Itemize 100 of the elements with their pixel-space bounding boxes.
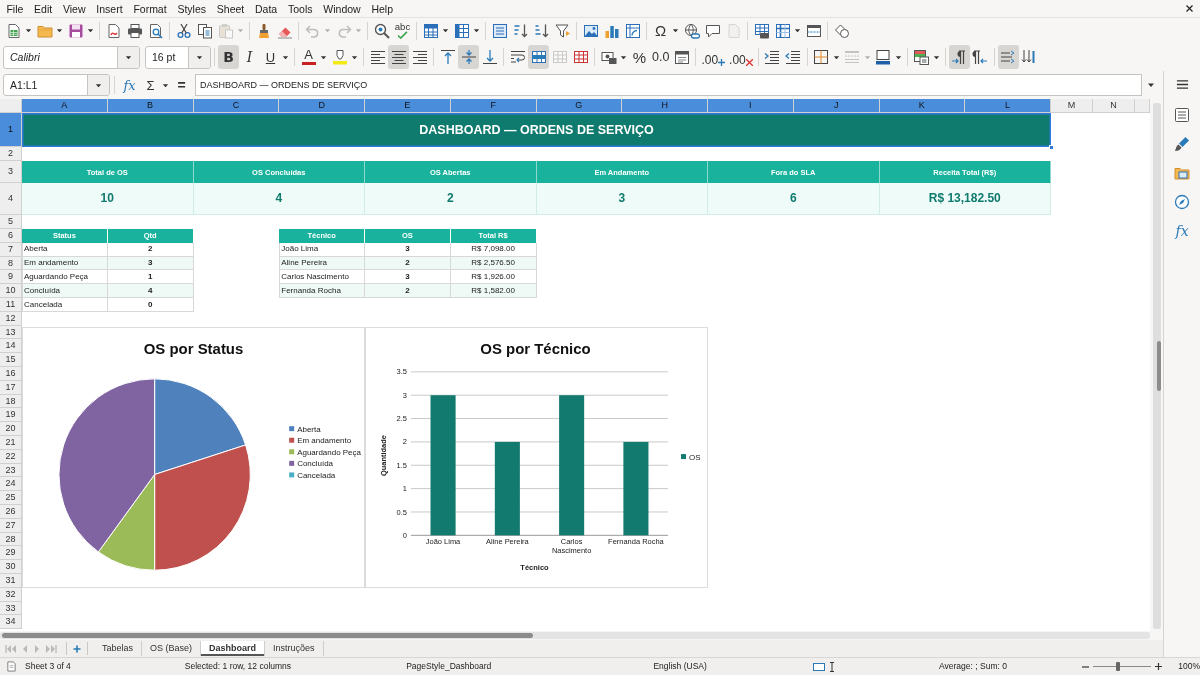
caret-icon[interactable] bbox=[442, 27, 449, 34]
special-character-button[interactable]: Ω bbox=[650, 19, 671, 42]
caret-icon[interactable] bbox=[124, 53, 132, 61]
row-header[interactable]: 4 bbox=[0, 183, 22, 215]
caret-icon[interactable] bbox=[620, 53, 627, 61]
caret-icon[interactable] bbox=[672, 27, 679, 34]
merge-center-button[interactable] bbox=[528, 45, 549, 69]
caret-icon[interactable] bbox=[932, 53, 940, 61]
menu-item[interactable]: Insert bbox=[90, 1, 128, 16]
add-decimal-button[interactable]: .00 bbox=[699, 45, 728, 69]
sheet-tab[interactable]: Tabelas bbox=[94, 641, 143, 656]
column-header[interactable]: G bbox=[536, 99, 623, 113]
fill-handle[interactable] bbox=[1049, 145, 1054, 150]
caret-icon[interactable] bbox=[473, 27, 480, 34]
menu-item[interactable]: Tools bbox=[282, 1, 318, 16]
menu-item[interactable]: Format bbox=[128, 1, 173, 16]
row-header[interactable]: 5 bbox=[0, 215, 22, 229]
caret-icon[interactable] bbox=[87, 27, 94, 34]
row-header[interactable]: 30 bbox=[0, 560, 22, 574]
row-header[interactable]: 20 bbox=[0, 422, 22, 436]
column-header[interactable]: E bbox=[365, 99, 451, 113]
scrollbar-thumb[interactable] bbox=[2, 633, 533, 638]
row-header[interactable]: 29 bbox=[0, 546, 22, 561]
row-header[interactable]: 6 bbox=[0, 229, 22, 243]
row-header[interactable]: 10 bbox=[0, 284, 22, 298]
column-header[interactable]: F bbox=[450, 99, 537, 113]
spelling-button[interactable]: abc bbox=[392, 19, 413, 42]
caret-icon[interactable] bbox=[351, 53, 358, 61]
font-color-button[interactable]: A bbox=[298, 45, 319, 69]
column-header[interactable]: I bbox=[708, 99, 794, 113]
column-header[interactable]: A bbox=[22, 99, 108, 113]
formula-button[interactable]: = bbox=[171, 74, 192, 96]
left-to-right-button[interactable] bbox=[948, 45, 970, 69]
caret-icon[interactable] bbox=[162, 81, 169, 89]
row-header[interactable]: 14 bbox=[0, 339, 22, 354]
align-center-button[interactable] bbox=[388, 45, 409, 69]
column-header[interactable]: M bbox=[1051, 99, 1093, 113]
menu-item[interactable]: Styles bbox=[172, 1, 212, 16]
column-header[interactable]: H bbox=[622, 99, 708, 113]
percent-format-button[interactable]: % bbox=[629, 45, 650, 69]
language-text[interactable]: English (USA) bbox=[653, 661, 707, 672]
menu-item[interactable]: File bbox=[1, 1, 29, 16]
row-header[interactable]: 3 bbox=[0, 161, 22, 183]
menu-item[interactable]: Edit bbox=[28, 1, 58, 16]
function-wizard-button[interactable]: fx bbox=[119, 74, 140, 96]
menu-item[interactable]: Window bbox=[317, 1, 367, 16]
caret-icon[interactable] bbox=[832, 53, 840, 61]
page-style-text[interactable]: PageStyle_Dashboard bbox=[406, 661, 492, 672]
menu-item[interactable]: Data bbox=[249, 1, 283, 16]
name-box[interactable]: A1:L1 bbox=[3, 74, 110, 96]
row-header[interactable]: 34 bbox=[0, 615, 22, 630]
bold-button[interactable]: B bbox=[218, 45, 239, 69]
scrollbar-thumb[interactable] bbox=[1156, 341, 1161, 391]
menu-item[interactable]: Sheet bbox=[211, 1, 250, 16]
caret-icon[interactable] bbox=[894, 53, 902, 61]
row-header[interactable]: 25 bbox=[0, 491, 22, 505]
column-header[interactable]: C bbox=[193, 99, 280, 113]
text-direction-button[interactable] bbox=[997, 45, 1019, 69]
sum-button[interactable]: Σ bbox=[140, 74, 161, 96]
caret-icon[interactable] bbox=[1147, 81, 1155, 89]
row-header[interactable]: 2 bbox=[0, 147, 22, 161]
delete-decimal-button[interactable]: .00 bbox=[727, 45, 755, 69]
close-icon[interactable] bbox=[1185, 4, 1194, 13]
row-header[interactable]: 15 bbox=[0, 353, 22, 367]
caret-icon[interactable] bbox=[195, 53, 203, 61]
font-size-combobox[interactable]: 16 pt bbox=[145, 45, 211, 69]
sheet-tab[interactable]: Instruções bbox=[265, 641, 324, 656]
functions-button[interactable]: fx bbox=[1170, 220, 1194, 242]
number-format-button[interactable]: 0.0 bbox=[650, 45, 672, 69]
caret-icon[interactable] bbox=[794, 27, 801, 34]
text-cursor-icon[interactable] bbox=[829, 661, 836, 672]
italic-button[interactable]: I bbox=[239, 45, 260, 69]
column-header[interactable]: N bbox=[1093, 99, 1135, 113]
caret-icon[interactable] bbox=[320, 53, 327, 61]
column-header[interactable]: K bbox=[879, 99, 966, 113]
column-header[interactable]: D bbox=[279, 99, 365, 113]
column-header[interactable]: L bbox=[965, 99, 1051, 113]
menu-item[interactable]: View bbox=[57, 1, 91, 16]
font-name-combobox[interactable]: Calibri bbox=[3, 45, 140, 69]
sheet-tab[interactable]: Dashboard bbox=[201, 641, 266, 656]
row-header[interactable]: 24 bbox=[0, 477, 22, 492]
menu-item[interactable]: Help bbox=[366, 1, 399, 16]
plus-icon[interactable] bbox=[1155, 663, 1163, 670]
caret-icon[interactable] bbox=[282, 53, 289, 61]
row-header[interactable]: 19 bbox=[0, 408, 22, 423]
row-header[interactable]: 1 bbox=[0, 113, 22, 147]
underline-button[interactable]: U bbox=[260, 45, 281, 69]
selection-rectangle-icon[interactable] bbox=[813, 662, 826, 671]
vertical-scrollbar[interactable] bbox=[1152, 103, 1161, 629]
caret-icon[interactable] bbox=[56, 27, 63, 34]
column-header[interactable]: J bbox=[793, 99, 880, 113]
row-header[interactable]: 9 bbox=[0, 270, 22, 285]
caret-icon[interactable] bbox=[94, 81, 102, 89]
formula-input-field[interactable]: DASHBOARD — ORDENS DE SERVIÇO bbox=[195, 74, 1142, 96]
column-header[interactable]: B bbox=[107, 99, 194, 113]
minus-icon[interactable] bbox=[1082, 663, 1090, 670]
caret-icon[interactable] bbox=[25, 27, 32, 34]
horizontal-scrollbar[interactable] bbox=[0, 632, 1150, 639]
slider-thumb[interactable] bbox=[1116, 662, 1121, 671]
zoom-percent-text[interactable]: 100% bbox=[1178, 661, 1200, 672]
